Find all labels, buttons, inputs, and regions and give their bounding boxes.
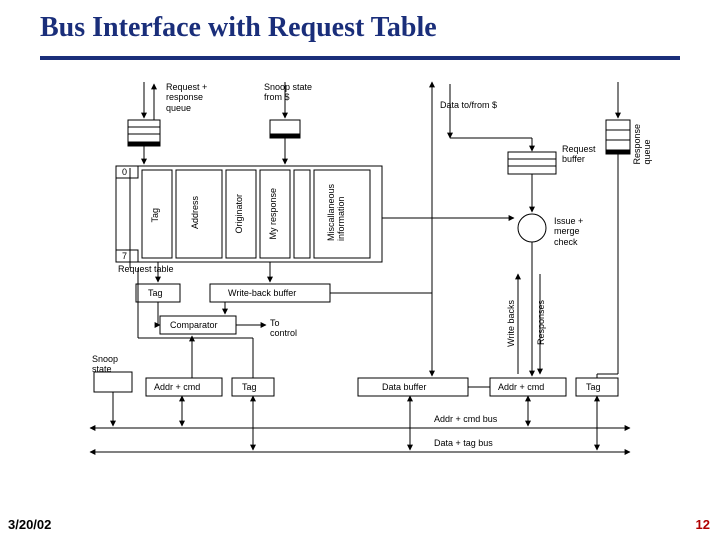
label-misc-info-col: Miscallaneous information <box>326 184 346 241</box>
label-snoop-state: Snoop state <box>92 354 118 375</box>
label-response-queue: Response queue <box>632 124 652 165</box>
label-request-table: Request table <box>118 264 174 274</box>
diagram: Request + response queue Snoop state fro… <box>70 78 650 478</box>
label-row-7: 7 <box>122 251 127 261</box>
label-addr-cmd-left: Addr + cmd <box>154 382 200 392</box>
label-originator-col: Originator <box>234 194 244 234</box>
label-tag-left: Tag <box>242 382 257 392</box>
label-row-0: 0 <box>122 167 127 177</box>
label-req-resp-queue: Request + response queue <box>166 82 207 113</box>
label-my-response-col: My response <box>268 188 278 240</box>
label-data-buffer: Data buffer <box>382 382 426 392</box>
label-tag-box: Tag <box>148 288 163 298</box>
footer-date: 3/20/02 <box>8 517 51 532</box>
footer-page-number: 12 <box>696 517 710 532</box>
label-tag-col: Tag <box>150 208 160 223</box>
label-responses: Responses <box>536 300 546 345</box>
label-to-control: To control <box>270 318 297 339</box>
label-data-tag-bus: Data + tag bus <box>434 438 493 448</box>
label-addr-cmd-right: Addr + cmd <box>498 382 544 392</box>
label-data-tofrom-cache: Data to/from $ <box>440 100 497 110</box>
label-request-buffer: Request buffer <box>562 144 596 165</box>
label-addr-cmd-bus: Addr + cmd bus <box>434 414 497 424</box>
label-snoop-state-from-cache: Snoop state from $ <box>264 82 312 103</box>
page-title: Bus Interface with Request Table <box>40 12 437 44</box>
label-issue-merge-check: Issue + merge check <box>554 216 583 247</box>
label-comparator: Comparator <box>170 320 218 330</box>
label-writeback-buffer: Write-back buffer <box>228 288 296 298</box>
title-rule <box>40 56 680 60</box>
label-write-backs: Write backs <box>506 300 516 347</box>
diagram-svg <box>70 78 650 478</box>
label-address-col: Address <box>190 196 200 229</box>
label-tag-right: Tag <box>586 382 601 392</box>
